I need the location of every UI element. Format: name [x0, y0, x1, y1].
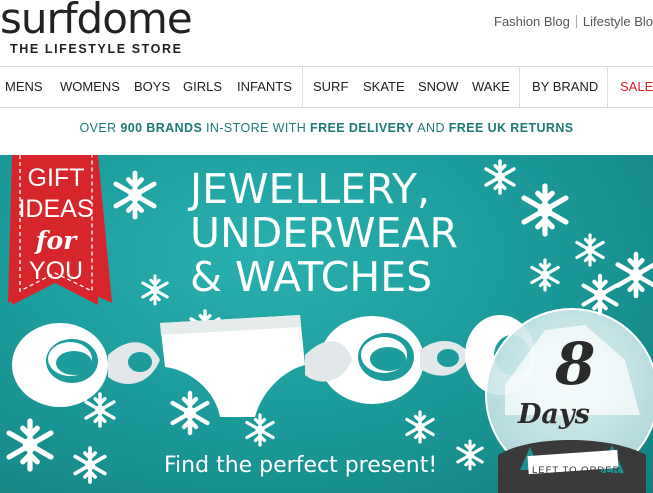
ribbon-line-you: YOU [28, 257, 84, 285]
product-silhouettes [12, 315, 535, 417]
link-separator [575, 15, 577, 28]
promo-text-1: OVER [79, 121, 121, 135]
nav-item-boys[interactable]: BOYS [134, 79, 170, 94]
site-header: surfdome THE LIFESTYLE STORE Fashion Blo… [0, 0, 653, 66]
nav-item-mens[interactable]: MENS [5, 79, 43, 94]
nav-item-by-brand[interactable]: BY BRAND [532, 79, 598, 94]
banner-subline: Find the perfect present! [164, 453, 438, 478]
logo-tagline: THE LIFESTYLE STORE [10, 42, 183, 56]
headline-line-1: JEWELLERY, [190, 165, 430, 213]
banner-headline: JEWELLERY, UNDERWEAR & WATCHES [190, 167, 458, 299]
nav-item-surf[interactable]: SURF [313, 79, 348, 94]
ribbon-line-ideas: IDEAS [18, 195, 94, 223]
nav-item-snow[interactable]: SNOW [418, 79, 458, 94]
promo-bar[interactable]: OVER 900 BRANDS IN-STORE WITH FREE DELIV… [0, 107, 653, 149]
main-nav: MENS WOMENS BOYS GIRLS INFANTS SURF SKAT… [0, 66, 653, 108]
ribbon-line-for: for [35, 226, 77, 255]
nav-divider [607, 67, 608, 107]
promo-brands: 900 BRANDS [120, 121, 203, 135]
promo-text-2: IN-STORE WITH [202, 121, 311, 135]
nav-item-girls[interactable]: GIRLS [183, 79, 222, 94]
countdown-word: Days [518, 399, 590, 430]
promo-free-returns: FREE UK RETURNS [448, 121, 574, 135]
nav-item-skate[interactable]: SKATE [363, 79, 405, 94]
countdown-caption: LEFT TO ORDER [532, 465, 621, 476]
nav-item-womens[interactable]: WOMENS [60, 79, 120, 94]
lifestyle-blog-link[interactable]: Lifestyle Blo [583, 14, 653, 29]
nav-item-sale[interactable]: SALE [620, 79, 653, 94]
fashion-blog-link[interactable]: Fashion Blog [494, 14, 570, 29]
header-links: Fashion Blog Lifestyle Blo [494, 14, 653, 29]
nav-item-infants[interactable]: INFANTS [237, 79, 292, 94]
promo-free-delivery: FREE DELIVERY [310, 121, 415, 135]
countdown-number: 8 [555, 330, 596, 398]
nav-divider [519, 67, 520, 107]
ribbon-line-gift: GIFT [27, 164, 85, 192]
promo-text-3: AND [414, 121, 449, 135]
surfdome-logo[interactable]: surfdome THE LIFESTYLE STORE [0, 0, 230, 62]
headline-line-3: & WATCHES [190, 253, 433, 301]
headline-line-2: UNDERWEAR [190, 209, 458, 257]
hero-banner[interactable]: GIFT IDEAS for YOU JEWELLERY, UNDERWEAR … [0, 155, 653, 493]
gift-ideas-text: GIFT IDEAS for YOU [16, 163, 96, 287]
nav-item-wake[interactable]: WAKE [472, 79, 510, 94]
nav-divider [302, 67, 303, 107]
logo-wordmark[interactable]: surfdome [0, 0, 193, 43]
